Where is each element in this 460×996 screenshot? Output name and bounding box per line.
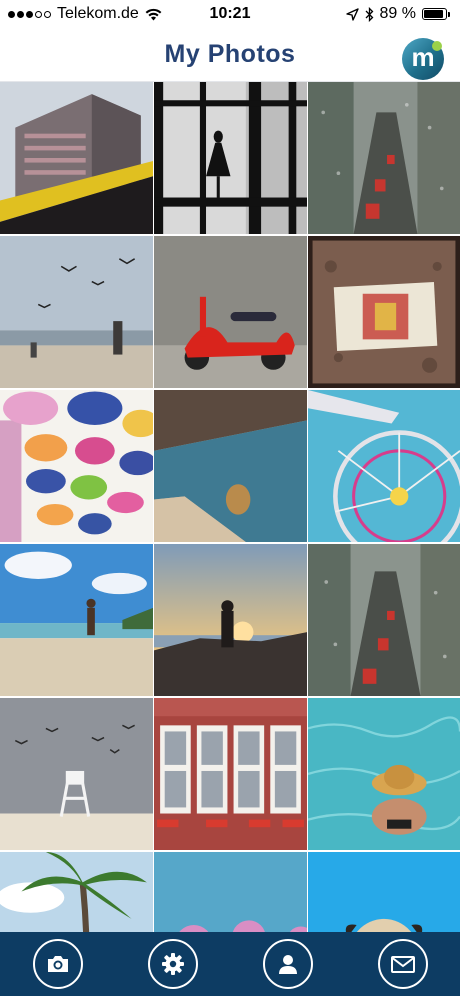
photo-tile[interactable] (308, 236, 460, 388)
photo-grid (0, 82, 460, 932)
status-left: Telekom.de (8, 5, 162, 23)
photo-tile[interactable] (154, 698, 307, 850)
camera-button[interactable] (32, 939, 83, 989)
settings-button[interactable] (147, 939, 198, 989)
photo-tile[interactable] (0, 852, 153, 932)
person-icon (278, 955, 297, 974)
photo-pool-hat (308, 698, 460, 850)
photo-rainy-street (308, 82, 460, 234)
photo-tile[interactable] (154, 852, 307, 932)
photo-tile[interactable] (0, 236, 153, 388)
app-logo[interactable]: m (402, 38, 444, 80)
photo-tile[interactable] (154, 390, 307, 542)
tab-bar (0, 932, 460, 996)
signal-strength-icon (8, 10, 51, 18)
photo-tile[interactable] (154, 236, 307, 388)
photo-umbrellas (0, 390, 153, 542)
photo-tile[interactable] (308, 698, 460, 850)
wifi-icon (145, 8, 162, 20)
location-arrow-icon (345, 7, 359, 21)
photo-puddle-reflection (154, 390, 307, 542)
mail-button[interactable] (377, 939, 428, 989)
photo-rainy-street (308, 544, 460, 696)
photo-tile[interactable] (0, 698, 153, 850)
profile-button[interactable] (262, 939, 313, 989)
camera-icon (47, 956, 68, 972)
photo-ferris-wheel (308, 390, 460, 542)
page-title: My Photos (164, 40, 296, 68)
photo-building (0, 82, 153, 234)
photo-tile[interactable] (154, 82, 307, 234)
carrier-name: Telekom.de (57, 5, 139, 22)
photo-tile[interactable] (154, 544, 307, 696)
photo-playing-card (308, 236, 460, 388)
photo-windows-flowers (154, 698, 307, 850)
photo-palm-trees (0, 852, 153, 932)
photo-tile[interactable] (308, 544, 460, 696)
mail-icon (390, 956, 415, 973)
status-bar: Telekom.de 10:21 89 % (0, 0, 460, 28)
photo-pink-blossoms (154, 852, 307, 932)
photo-tile[interactable] (308, 82, 460, 234)
bluetooth-icon (365, 6, 373, 22)
photo-tile[interactable] (0, 544, 153, 696)
photo-sunset-couple (154, 544, 307, 696)
photo-tile[interactable] (308, 852, 460, 932)
photo-birds-beach (0, 236, 153, 388)
photo-red-scooter (154, 236, 307, 388)
battery-percent: 89 % (379, 5, 416, 22)
app-header: My Photos m (0, 28, 460, 82)
photo-tile[interactable] (308, 390, 460, 542)
photo-tile[interactable] (0, 82, 153, 234)
clock: 10:21 (209, 5, 251, 22)
photo-child-beach (0, 544, 153, 696)
photo-pug (308, 852, 460, 932)
photo-lifeguard-chair (0, 698, 153, 850)
gear-icon (161, 953, 184, 975)
photo-window-silhouette (154, 82, 307, 234)
photo-tile[interactable] (0, 390, 153, 542)
battery-icon (422, 8, 450, 20)
status-right: 89 % (345, 5, 450, 23)
